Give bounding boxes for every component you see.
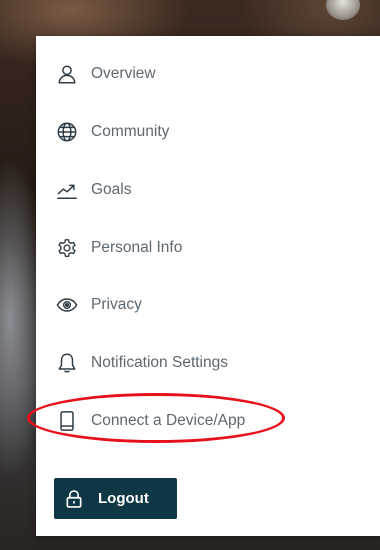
menu-item-label: Privacy <box>91 296 142 313</box>
logout-button[interactable]: Logout <box>54 478 177 519</box>
menu-item-label: Community <box>91 123 170 140</box>
menu-item-privacy[interactable]: Privacy <box>56 290 142 320</box>
menu-item-label: Goals <box>91 181 132 198</box>
eye-icon <box>56 294 78 316</box>
menu-item-connect-device[interactable]: Connect a Device/App <box>56 406 245 436</box>
menu-item-personal-info[interactable]: Personal Info <box>56 233 182 263</box>
logout-label: Logout <box>98 490 149 507</box>
bell-icon <box>56 352 78 374</box>
menu-item-community[interactable]: Community <box>56 117 169 147</box>
gear-icon <box>56 237 78 259</box>
trend-up-icon <box>56 179 78 201</box>
menu-item-label: Notification Settings <box>91 354 228 371</box>
menu-item-notification-settings[interactable]: Notification Settings <box>56 348 228 378</box>
user-icon <box>56 63 78 85</box>
menu-item-label: Personal Info <box>91 239 183 256</box>
lock-icon <box>64 489 84 509</box>
menu-item-label: Overview <box>91 65 156 82</box>
globe-icon <box>56 121 78 143</box>
phone-icon <box>56 410 78 432</box>
menu-item-overview[interactable]: Overview <box>56 59 156 89</box>
menu-item-label: Connect a Device/App <box>91 412 246 429</box>
account-dropdown-menu: Overview Community Goals Personal Info P… <box>36 36 380 536</box>
menu-item-goals[interactable]: Goals <box>56 175 132 205</box>
